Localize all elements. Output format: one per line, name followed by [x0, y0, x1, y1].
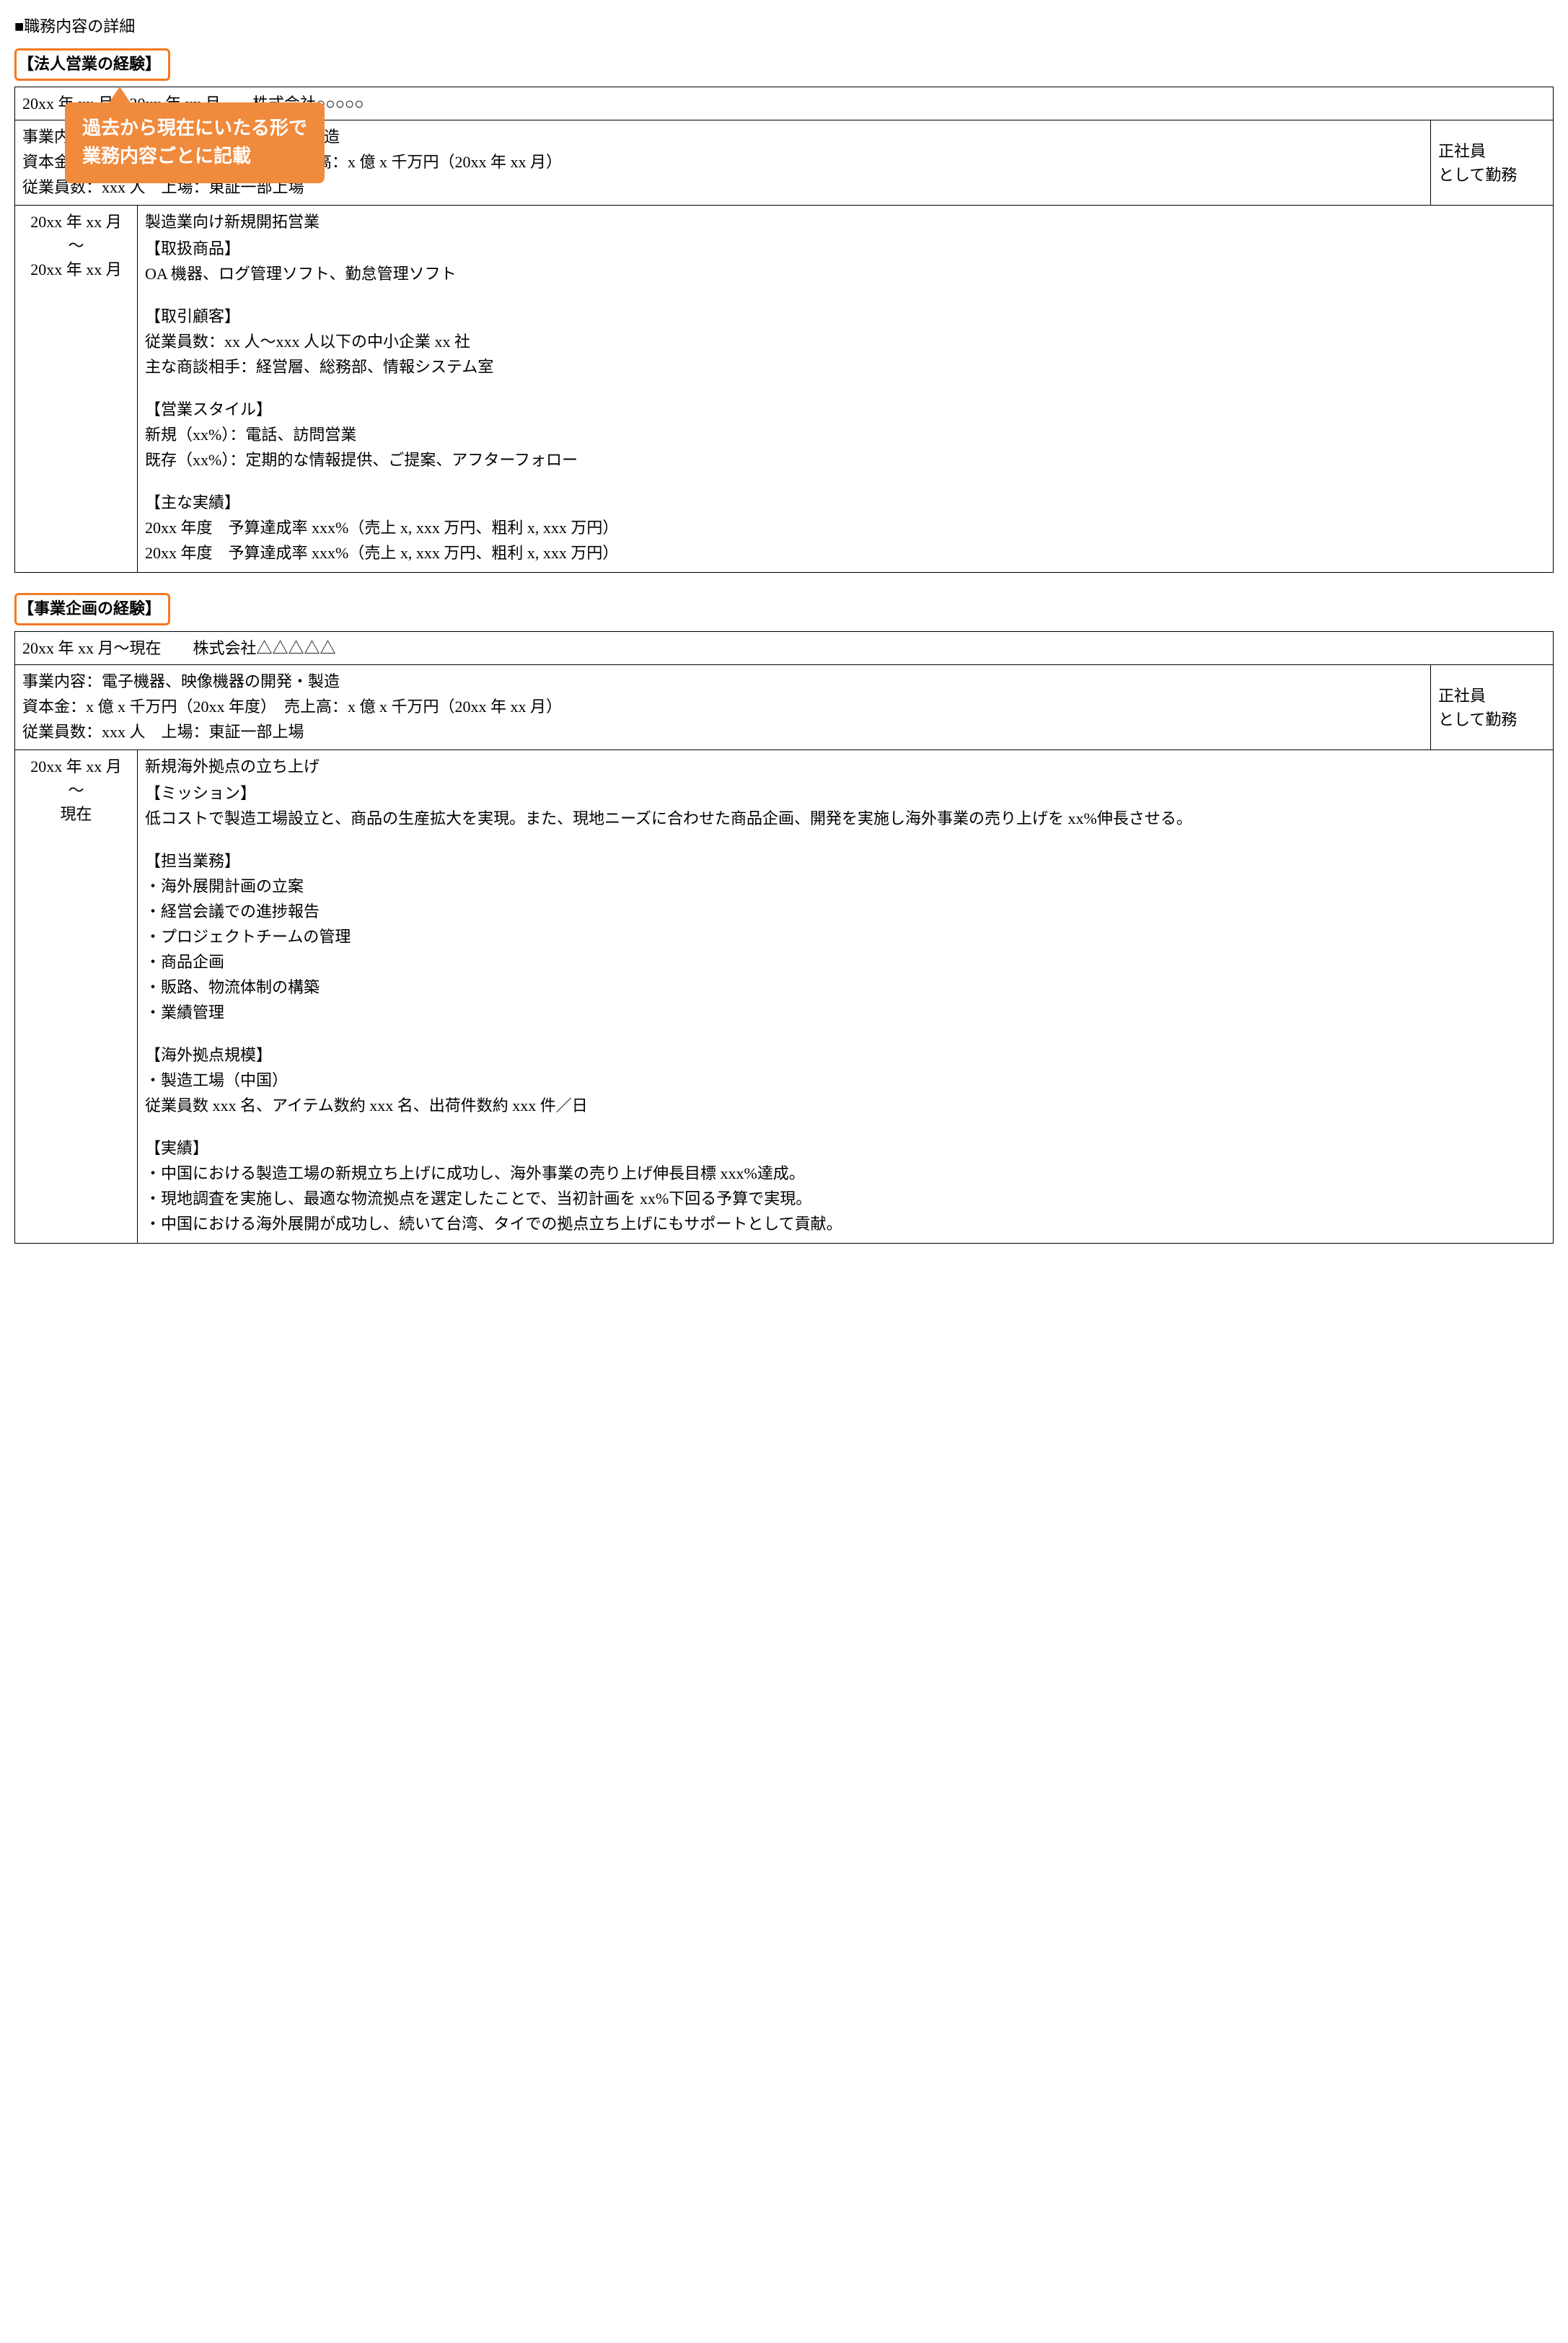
detail-line: OA 機器、ログ管理ソフト、勤怠管理ソフト — [145, 262, 1546, 286]
employment-type-line: として勤務 — [1438, 708, 1546, 731]
date-line: 20xx 年 xx 月 — [22, 755, 130, 778]
callout-balloon: 過去から現在にいたる形で 業務内容ごとに記載 — [65, 102, 325, 183]
detail-line: ・商品企画 — [145, 950, 1546, 974]
employment-type-line: 正社員 — [1438, 684, 1546, 708]
detail-line: ・中国における製造工場の新規立ち上げに成功し、海外事業の売り上げ伸長目標 xxx… — [145, 1161, 1546, 1185]
company-info-line: 従業員数：xxx 人 上場：東証一部上場 — [22, 720, 1423, 744]
date-range: 20xx 年 xx 月 ～ 20xx 年 xx 月 — [15, 206, 138, 573]
employment-type-line: 正社員 — [1438, 139, 1546, 163]
sub-heading-customers: 【取引顧客】 — [145, 304, 1546, 328]
company-info: 事業内容：電子機器、映像機器の開発・製造 資本金：x 億 x 千万円（20xx … — [15, 665, 1431, 750]
detail-line: 新規（xx%）：電話、訪問営業 — [145, 423, 1546, 447]
date-line: 現在 — [22, 802, 130, 826]
sub-heading-products: 【取扱商品】 — [145, 237, 1546, 260]
detail-line: ・業績管理 — [145, 1001, 1546, 1024]
role-title: 新規海外拠点の立ち上げ — [145, 755, 1546, 778]
section-business-planning: 【事業企画の経験】 20xx 年 xx 月～現在 株式会社△△△△△ 事業内容：… — [14, 593, 1554, 1244]
section-heading-planning: 【事業企画の経験】 — [14, 593, 170, 625]
employment-type: 正社員 として勤務 — [1431, 665, 1554, 750]
date-range: 20xx 年 xx 月 ～ 現在 — [15, 750, 138, 1244]
employment-type: 正社員 として勤務 — [1431, 120, 1554, 206]
sub-heading-achievements: 【実績】 — [145, 1136, 1546, 1160]
detail-line: ・海外展開計画の立案 — [145, 874, 1546, 898]
detail-line: 主な商談相手：経営層、総務部、情報システム室 — [145, 355, 1546, 379]
company-info-line: 資本金：x 億 x 千万円（20xx 年度） 売上高：x 億 x 千万円（20x… — [22, 695, 1423, 718]
callout-line: 業務内容ごとに記載 — [82, 142, 307, 170]
date-line: ～ — [22, 234, 130, 258]
sub-heading-duties: 【担当業務】 — [145, 849, 1546, 873]
role-title: 製造業向け新規開拓営業 — [145, 210, 1546, 234]
sub-heading-results: 【主な実績】 — [145, 491, 1546, 514]
page-title: ■職務内容の詳細 — [14, 14, 1554, 38]
detail-line: ・経営会議での進捗報告 — [145, 900, 1546, 923]
detail-line: 既存（xx%）：定期的な情報提供、ご提案、アフターフォロー — [145, 448, 1546, 472]
detail-line: ・中国における海外展開が成功し、続いて台湾、タイでの拠点立ち上げにもサポートとし… — [145, 1212, 1546, 1236]
date-line: 20xx 年 xx 月 — [22, 210, 130, 234]
callout-line: 過去から現在にいたる形で — [82, 114, 307, 142]
sub-heading-scale: 【海外拠点規模】 — [145, 1043, 1546, 1067]
date-line: 20xx 年 xx 月 — [22, 258, 130, 281]
detail-line: ・現地調査を実施し、最適な物流拠点を選定したことで、当初計画を xx%下回る予算… — [145, 1187, 1546, 1210]
section-corporate-sales: 【法人営業の経験】 20xx 年 xx 月～20xx 年 xx 月 株式会社○○… — [14, 48, 1554, 573]
detail-line: 低コストで製造工場設立と、商品の生産拡大を実現。また、現地ニーズに合わせた商品企… — [145, 806, 1546, 830]
detail-line: 20xx 年度 予算達成率 xxx%（売上 x, xxx 万円、粗利 x, xx… — [145, 516, 1546, 540]
planning-table: 20xx 年 xx 月～現在 株式会社△△△△△ 事業内容：電子機器、映像機器の… — [14, 631, 1554, 1244]
detail-line: ・製造工場（中国） — [145, 1068, 1546, 1092]
detail-line: ・プロジェクトチームの管理 — [145, 925, 1546, 949]
sub-heading-style: 【営業スタイル】 — [145, 397, 1546, 421]
detail-line: ・販路、物流体制の構築 — [145, 975, 1546, 999]
period-company: 20xx 年 xx 月～現在 株式会社△△△△△ — [15, 632, 1554, 665]
detail-line: 20xx 年度 予算達成率 xxx%（売上 x, xxx 万円、粗利 x, xx… — [145, 541, 1546, 565]
date-line: ～ — [22, 778, 130, 802]
sub-heading-mission: 【ミッション】 — [145, 781, 1546, 805]
employment-type-line: として勤務 — [1438, 163, 1546, 187]
company-info-line: 事業内容：電子機器、映像機器の開発・製造 — [22, 669, 1423, 693]
job-content: 製造業向け新規開拓営業 【取扱商品】 OA 機器、ログ管理ソフト、勤怠管理ソフト… — [138, 206, 1554, 573]
section-heading-sales: 【法人営業の経験】 — [14, 48, 170, 81]
job-content: 新規海外拠点の立ち上げ 【ミッション】 低コストで製造工場設立と、商品の生産拡大… — [138, 750, 1554, 1244]
detail-line: 従業員数 xxx 名、アイテム数約 xxx 名、出荷件数約 xxx 件／日 — [145, 1094, 1546, 1117]
detail-line: 従業員数：xx 人～xxx 人以下の中小企業 xx 社 — [145, 330, 1546, 353]
